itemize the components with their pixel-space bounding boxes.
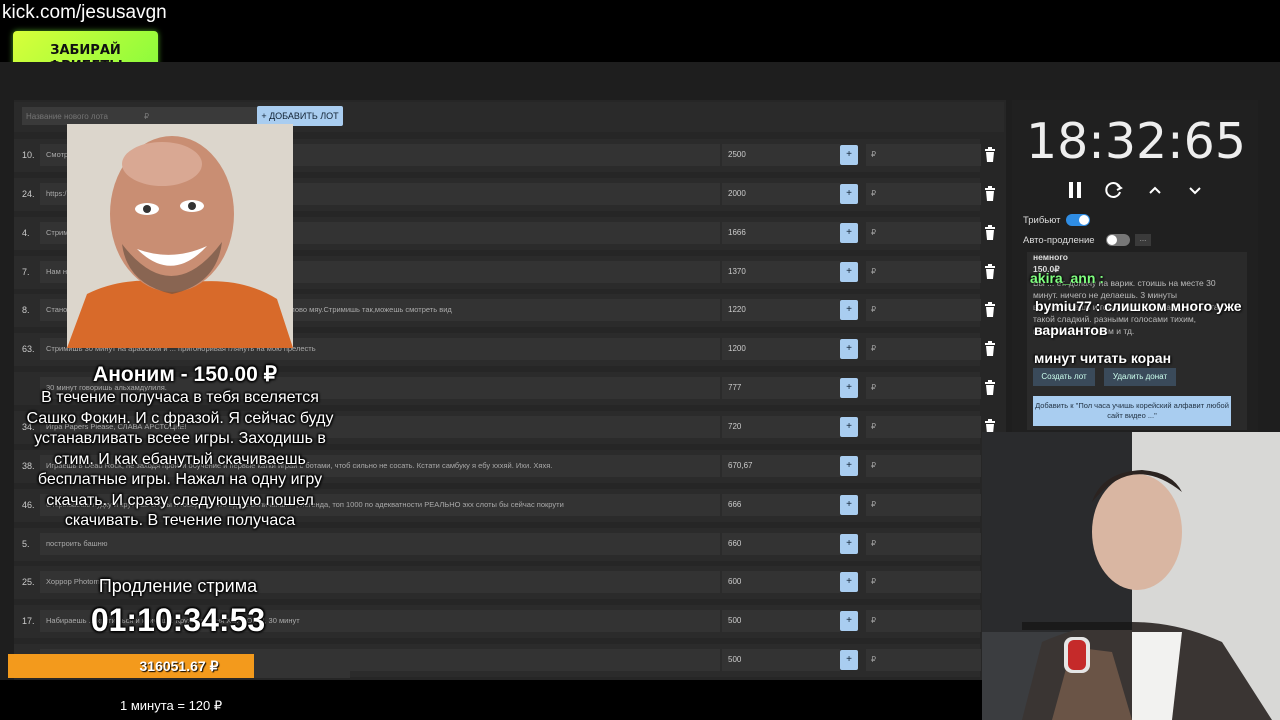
chat-message-2: минут читать коран xyxy=(1034,350,1172,366)
lot-add-amount-button[interactable]: + xyxy=(840,650,858,670)
lot-amount-field[interactable]: 500 xyxy=(722,649,840,671)
lot-name-text: Смотр xyxy=(46,150,69,159)
lot-add-amount-input[interactable]: ₽ xyxy=(866,299,981,321)
lot-add-amount-button[interactable]: + xyxy=(840,611,858,631)
trash-icon[interactable] xyxy=(984,380,996,396)
lot-add-amount-input[interactable]: ₽ xyxy=(866,183,981,205)
streamer-image-icon xyxy=(982,432,1280,720)
delete-donation-button[interactable]: Удалить донат xyxy=(1104,368,1176,386)
lot-add-amount-button[interactable]: + xyxy=(840,339,858,359)
rate-text: 1 минута = 120 ₽ xyxy=(120,698,223,713)
lot-add-amount-button[interactable]: + xyxy=(840,378,858,398)
donation-top-text: немного xyxy=(1033,252,1068,262)
lot-add-amount-button[interactable]: + xyxy=(840,572,858,592)
auto-extend-toggle[interactable] xyxy=(1106,234,1130,246)
lot-add-amount-button[interactable]: + xyxy=(840,534,858,554)
trash-icon[interactable] xyxy=(984,147,996,163)
add-to-lot-button[interactable]: Добавить к "Пол часа учишь корейский алф… xyxy=(1033,396,1231,426)
donation-alert-message: В течение получаса в тебя вселяется Сашк… xyxy=(26,389,334,529)
lot-amount-field[interactable]: 1220 xyxy=(722,299,840,321)
lot-add-amount-input[interactable]: ₽ xyxy=(866,533,981,555)
lot-amount-field[interactable]: 600 xyxy=(722,571,840,593)
lot-number: 25. xyxy=(22,577,35,587)
lot-add-amount-button[interactable]: + xyxy=(840,456,858,476)
donation-progress-bar: 316051.67 ₽ xyxy=(8,654,350,678)
lot-name-field[interactable]: построить башню xyxy=(40,533,720,555)
new-lot-price-input[interactable] xyxy=(140,107,258,125)
trash-icon[interactable] xyxy=(984,302,996,318)
lot-amount-field[interactable]: 720 xyxy=(722,416,840,438)
lot-add-amount-input[interactable]: ₽ xyxy=(866,494,981,516)
chevron-up-icon[interactable] xyxy=(1145,180,1165,200)
chat-message: слишком много уже xyxy=(1104,298,1242,314)
lot-amount-field[interactable]: 1200 xyxy=(722,338,840,360)
lot-add-amount-input[interactable]: ₽ xyxy=(866,610,981,632)
lot-add-amount-button[interactable]: + xyxy=(840,184,858,204)
create-lot-button[interactable]: Создать лот xyxy=(1033,368,1095,386)
reset-icon[interactable] xyxy=(1104,180,1124,200)
chat-user-bymiu: bymiu77 : xyxy=(1035,298,1101,314)
lot-add-amount-button[interactable]: + xyxy=(840,300,858,320)
stream-url-bar: kick.com/jesusavgn xyxy=(0,0,1280,62)
chat-user-akira: akira_ann : xyxy=(1030,270,1104,286)
add-lot-button[interactable]: + ДОБАВИТЬ ЛОТ xyxy=(257,106,343,126)
lot-add-amount-button[interactable]: + xyxy=(840,495,858,515)
trash-icon[interactable] xyxy=(984,186,996,202)
lot-add-amount-input[interactable]: ₽ xyxy=(866,222,981,244)
lot-add-amount-input[interactable]: ₽ xyxy=(866,416,981,438)
chat-message-cont: вариантов xyxy=(1034,322,1108,338)
lot-amount-field[interactable]: 1666 xyxy=(722,222,840,244)
lot-amount-field[interactable]: 2500 xyxy=(722,144,840,166)
extension-timer: 01:10:34:53 xyxy=(90,602,266,638)
trash-icon[interactable] xyxy=(984,264,996,280)
pause-icon[interactable] xyxy=(1065,180,1085,200)
lot-name-text: https:/ xyxy=(46,189,67,198)
lot-number: 24. xyxy=(22,189,35,199)
lot-amount-field[interactable]: 660 xyxy=(722,533,840,555)
donation-alert-header: Аноним - 150.00 ₽ xyxy=(93,363,277,386)
lot-number: 17. xyxy=(22,616,35,626)
lot-add-amount-input[interactable]: ₽ xyxy=(866,571,981,593)
tribute-label: Трибьют xyxy=(1023,215,1061,226)
lot-add-amount-input[interactable]: ₽ xyxy=(866,649,981,671)
donation-image xyxy=(67,124,293,348)
lot-number: 4. xyxy=(22,228,30,238)
trash-icon[interactable] xyxy=(984,341,996,357)
auto-extend-label: Авто-продление xyxy=(1023,235,1095,246)
lot-amount-field[interactable]: 777 xyxy=(722,377,840,399)
stream-url: kick.com/jesusavgn xyxy=(2,2,167,23)
lot-add-amount-input[interactable]: ₽ xyxy=(866,261,981,283)
lot-add-amount-input[interactable]: ₽ xyxy=(866,144,981,166)
lot-add-amount-button[interactable]: + xyxy=(840,223,858,243)
lot-add-amount-input[interactable]: ₽ xyxy=(866,455,981,477)
lot-amount-field[interactable]: 670,67 xyxy=(722,455,840,477)
lot-amount-field[interactable]: 1370 xyxy=(722,261,840,283)
chevron-down-icon[interactable] xyxy=(1185,180,1205,200)
lot-add-amount-input[interactable]: ₽ xyxy=(866,338,981,360)
lot-add-amount-button[interactable]: + xyxy=(840,262,858,282)
lot-number: 5. xyxy=(22,539,30,549)
lot-row: 5. построить башню 660 + ₽ xyxy=(14,528,995,561)
lot-add-amount-button[interactable]: + xyxy=(840,417,858,437)
lot-add-amount-button[interactable]: + xyxy=(840,145,858,165)
trash-icon[interactable] xyxy=(984,225,996,241)
main-timer: 18:32:65 xyxy=(1025,113,1247,170)
lot-amount-field[interactable]: 666 xyxy=(722,494,840,516)
lot-add-amount-input[interactable]: ₽ xyxy=(866,377,981,399)
tribute-toggle[interactable] xyxy=(1066,214,1090,226)
extension-label: Продление стрима xyxy=(98,576,258,596)
face-image-icon xyxy=(67,124,293,348)
progress-total: 316051.67 ₽ xyxy=(139,658,219,674)
more-options-button[interactable]: ... xyxy=(1135,234,1151,246)
chat-line-bymiu: bymiu77 : слишком много уже xyxy=(1035,298,1242,314)
streamer-webcam xyxy=(982,432,1280,720)
lot-amount-field[interactable]: 500 xyxy=(722,610,840,632)
lot-number: 7. xyxy=(22,267,30,277)
lot-amount-field[interactable]: 2000 xyxy=(722,183,840,205)
lot-name-text: построить башню xyxy=(46,539,108,548)
new-lot-name-input[interactable] xyxy=(22,107,140,125)
lot-number: 8. xyxy=(22,305,30,315)
lot-number: 10. xyxy=(22,150,35,160)
lot-number: 63. xyxy=(22,344,35,354)
